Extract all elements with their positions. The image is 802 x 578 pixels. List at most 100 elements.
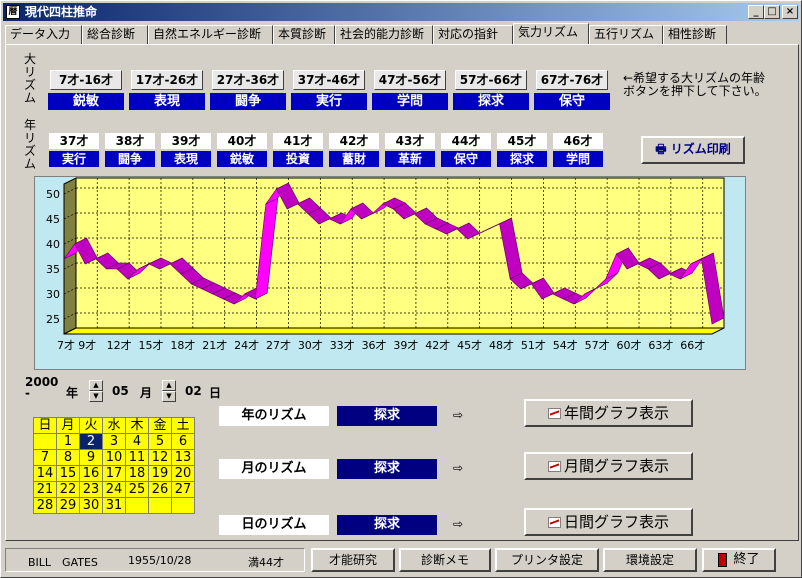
calendar-day[interactable]: 18 bbox=[125, 465, 149, 482]
calendar-day[interactable]: 9 bbox=[79, 449, 103, 466]
maximize-button[interactable]: □ bbox=[764, 5, 780, 19]
y-tick-label: 50 bbox=[46, 188, 60, 201]
y-tick-label: 35 bbox=[46, 263, 60, 276]
status-age: 満44才 bbox=[248, 556, 284, 569]
year-age: 44才 bbox=[441, 133, 491, 149]
calendar-day[interactable]: 4 bbox=[125, 433, 149, 450]
calendar-day[interactable]: 20 bbox=[171, 465, 195, 482]
x-tick-label: 42才 bbox=[425, 338, 450, 352]
status-info: BILL GATES 1955/10/28 満44才 bbox=[5, 548, 305, 572]
calendar-day[interactable]: 25 bbox=[125, 481, 149, 498]
exit-icon bbox=[718, 552, 728, 567]
year-rhythm-label: 表現 bbox=[161, 151, 211, 167]
status-birth: 1955/10/28 bbox=[128, 554, 192, 567]
tab-8[interactable]: 五行リズム bbox=[589, 25, 663, 44]
tab-7[interactable]: 気力リズム bbox=[513, 23, 589, 45]
year-age: 40才 bbox=[217, 133, 267, 149]
status-button[interactable]: 才能研究 bbox=[311, 548, 395, 572]
down-arrow-icon[interactable]: ▼ bbox=[162, 391, 176, 402]
calendar-day[interactable]: 30 bbox=[79, 497, 103, 514]
graph-display-button[interactable]: 日間グラフ表示 bbox=[524, 508, 693, 536]
tab-4[interactable]: 本質診断 bbox=[273, 25, 335, 44]
calendar-day[interactable]: 29 bbox=[56, 497, 80, 514]
calendar-day[interactable]: 24 bbox=[102, 481, 126, 498]
calendar-day[interactable]: 5 bbox=[148, 433, 172, 450]
year-age: 46才 bbox=[553, 133, 603, 149]
decade-age-button[interactable]: 27才-36才 bbox=[212, 70, 284, 90]
up-arrow-icon[interactable]: ▲ bbox=[162, 380, 176, 391]
down-arrow-icon[interactable]: ▼ bbox=[89, 391, 103, 402]
calendar-day[interactable]: 6 bbox=[171, 433, 195, 450]
calendar-day[interactable]: 15 bbox=[56, 465, 80, 482]
year-rhythm-label: 闘争 bbox=[105, 151, 155, 167]
exit-label: 終了 bbox=[733, 552, 760, 567]
calendar-day[interactable]: 19 bbox=[148, 465, 172, 482]
year-spinner[interactable]: ▲ ▼ bbox=[89, 380, 103, 402]
x-tick-label: 57才 bbox=[585, 338, 610, 352]
status-button[interactable]: 診断メモ bbox=[399, 548, 491, 572]
calendar-day[interactable]: 28 bbox=[33, 497, 57, 514]
up-arrow-icon[interactable]: ▲ bbox=[89, 380, 103, 391]
graph-display-button[interactable]: 年間グラフ表示 bbox=[524, 399, 693, 427]
decade-age-button[interactable]: 7才-16才 bbox=[50, 70, 122, 90]
decade-age-button[interactable]: 37才-46才 bbox=[293, 70, 365, 90]
rhythm-value: 探求 bbox=[337, 406, 437, 426]
tab-1[interactable]: データ入力 bbox=[5, 25, 82, 44]
month-value: 05 bbox=[112, 384, 129, 398]
decade-age-button[interactable]: 17才-26才 bbox=[131, 70, 203, 90]
printer-icon: 🖶 bbox=[655, 142, 667, 156]
tab-6[interactable]: 対応の指針 bbox=[433, 25, 513, 44]
calendar-day[interactable]: 13 bbox=[171, 449, 195, 466]
status-button[interactable]: 環境設定 bbox=[603, 548, 697, 572]
day-unit: 日 bbox=[209, 386, 222, 400]
calendar-day[interactable]: 16 bbox=[79, 465, 103, 482]
calendar-day[interactable]: 26 bbox=[148, 481, 172, 498]
day-value: 02 bbox=[185, 384, 202, 398]
calendar-weekday: 金 bbox=[148, 417, 172, 434]
calendar-day[interactable]: 23 bbox=[79, 481, 103, 498]
exit-button[interactable]: 終了 bbox=[702, 548, 776, 572]
tab-2[interactable]: 総合診断 bbox=[82, 25, 148, 44]
calendar-day[interactable]: 12 bbox=[148, 449, 172, 466]
calendar-day[interactable]: 10 bbox=[102, 449, 126, 466]
print-rhythm-label: リズム印刷 bbox=[670, 142, 731, 156]
close-button[interactable]: × bbox=[782, 5, 798, 19]
calendar-day[interactable]: 3 bbox=[102, 433, 126, 450]
calendar-day[interactable]: 22 bbox=[56, 481, 80, 498]
year-rhythm-label: 投資 bbox=[273, 151, 323, 167]
x-tick-label: 66才 bbox=[680, 338, 705, 352]
calendar-weekday: 日 bbox=[33, 417, 57, 434]
decade-side-label: 大リズム bbox=[23, 52, 36, 105]
decade-age-button[interactable]: 57才-66才 bbox=[455, 70, 527, 90]
calendar-day[interactable]: 27 bbox=[171, 481, 195, 498]
status-button[interactable]: プリンタ設定 bbox=[495, 548, 599, 572]
app-icon[interactable]: 暦 bbox=[6, 5, 20, 19]
decade-age-button[interactable]: 67才-76才 bbox=[536, 70, 608, 90]
calendar-day[interactable]: 8 bbox=[56, 449, 80, 466]
print-rhythm-button[interactable]: 🖶 リズム印刷 bbox=[641, 136, 745, 164]
calendar-day[interactable]: 17 bbox=[102, 465, 126, 482]
minimize-button[interactable]: _ bbox=[748, 5, 764, 19]
calendar-day[interactable]: 1 bbox=[56, 433, 80, 450]
tab-3[interactable]: 自然エネルギー診断 bbox=[148, 25, 273, 44]
calendar-day[interactable]: 21 bbox=[33, 481, 57, 498]
decade-age-button[interactable]: 47才-56才 bbox=[374, 70, 446, 90]
month-spinner[interactable]: ▲ ▼ bbox=[162, 380, 176, 402]
calendar-day[interactable]: 11 bbox=[125, 449, 149, 466]
decade-rhythm-label: 鋭敏 bbox=[48, 93, 124, 110]
tab-5[interactable]: 社会的能力診断 bbox=[335, 25, 433, 44]
rhythm-label: 日のリズム bbox=[219, 515, 329, 535]
year-rhythm-label: 探求 bbox=[497, 151, 547, 167]
tab-strip: データ入力 総合診断 自然エネルギー診断 本質診断 社会的能力診断 対応の指針 気力リズム五… bbox=[5, 23, 799, 45]
tab-9[interactable]: 相性診断 bbox=[663, 25, 727, 44]
yearly-side-label: 年リズム bbox=[23, 118, 36, 171]
calendar-day[interactable]: 31 bbox=[102, 497, 126, 514]
calendar-day[interactable]: 2 bbox=[79, 433, 103, 450]
calendar-day[interactable]: 14 bbox=[33, 465, 57, 482]
x-tick-label: 15才 bbox=[138, 338, 163, 352]
x-tick-label: 54才 bbox=[553, 338, 578, 352]
x-tick-label: 45才 bbox=[457, 338, 482, 352]
y-tick-label: 30 bbox=[46, 288, 60, 301]
graph-display-button[interactable]: 月間グラフ表示 bbox=[524, 452, 693, 480]
calendar-day[interactable]: 7 bbox=[33, 449, 57, 466]
